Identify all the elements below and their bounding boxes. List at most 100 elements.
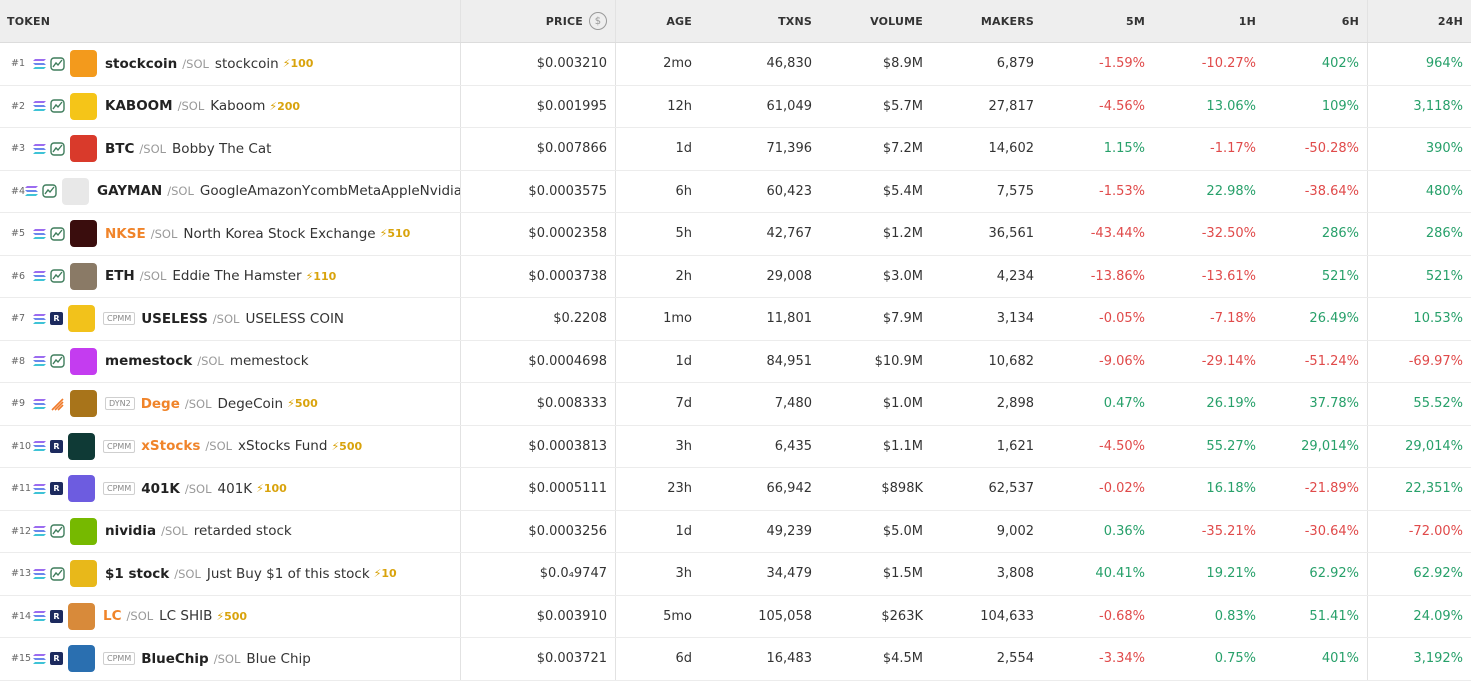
token-cell[interactable]: #12 nividia /SOL retarded stock bbox=[0, 511, 460, 553]
pool-type-badge: CPMM bbox=[103, 439, 136, 453]
quote-pair: /SOL bbox=[174, 566, 201, 581]
token-name: Bobby The Cat bbox=[172, 140, 272, 157]
raydium-dex-icon: R bbox=[50, 652, 63, 666]
header-5m[interactable]: 5M bbox=[1042, 0, 1153, 42]
header-24h[interactable]: 24H bbox=[1367, 0, 1471, 42]
price-cell: $0.003210 bbox=[460, 43, 615, 85]
token-table: TOKEN PRICE $ AGE TXNS VOLUME MAKERS 5M … bbox=[0, 0, 1471, 681]
solana-chain-icon bbox=[33, 100, 47, 112]
currency-toggle-icon[interactable]: $ bbox=[589, 12, 607, 30]
age-cell: 7d bbox=[615, 383, 700, 425]
token-cell[interactable]: #1 stockcoin /SOL stockcoin ⚡100 bbox=[0, 43, 460, 85]
token-avatar bbox=[68, 475, 95, 503]
token-cell[interactable]: #13 $1 stock /SOL Just Buy $1 of this st… bbox=[0, 553, 460, 595]
pool-type-badge: DYN2 bbox=[105, 397, 135, 411]
boost-count: ⚡500 bbox=[331, 439, 363, 453]
token-cell[interactable]: #3 BTC /SOL Bobby The Cat bbox=[0, 128, 460, 170]
volume-cell: $4.5M bbox=[882, 651, 923, 667]
change-24h-cell: 521% bbox=[1367, 255, 1471, 297]
boost-count: ⚡100 bbox=[256, 482, 287, 496]
table-row[interactable]: #1 stockcoin /SOL stockcoin ⚡100 $0.0032… bbox=[0, 43, 1471, 86]
change-24h-cell: 3,192% bbox=[1367, 638, 1471, 680]
table-row[interactable]: #14 R LC /SOL LC SHIB ⚡500 $0.003910 5mo… bbox=[0, 595, 1471, 638]
table-row[interactable]: #6 ETH /SOL Eddie The Hamster ⚡110 $0.00… bbox=[0, 255, 1471, 298]
change-5m-cell: -3.34% bbox=[1099, 651, 1145, 667]
change-1h-cell: 26.19% bbox=[1206, 396, 1256, 412]
change-5m-cell: 0.47% bbox=[1103, 396, 1145, 412]
txns-cell: 29,008 bbox=[766, 268, 813, 284]
table-row[interactable]: #2 KABOOM /SOL Kaboom ⚡200 $0.001995 12h… bbox=[0, 85, 1471, 128]
volume-cell: $1.0M bbox=[882, 396, 923, 412]
token-cell[interactable]: #5 NKSE /SOL North Korea Stock Exchange … bbox=[0, 213, 460, 255]
txns-cell: 49,239 bbox=[766, 523, 813, 539]
token-cell[interactable]: #14 R LC /SOL LC SHIB ⚡500 bbox=[0, 596, 460, 638]
txns-cell: 11,801 bbox=[766, 311, 813, 327]
token-cell[interactable]: #9 DYN2 Dege /SOL DegeCoin ⚡500 bbox=[0, 383, 460, 425]
change-5m-cell: -0.02% bbox=[1099, 481, 1145, 497]
boost-count: ⚡200 bbox=[269, 99, 301, 113]
token-symbol: $1 stock bbox=[105, 565, 170, 582]
token-symbol: stockcoin bbox=[105, 55, 178, 72]
token-symbol: ETH bbox=[105, 268, 135, 285]
token-cell[interactable]: #7 R CPMM USELESS /SOL USELESS COIN bbox=[0, 298, 460, 340]
makers-cell: 104,633 bbox=[980, 608, 1034, 624]
header-volume[interactable]: VOLUME bbox=[820, 0, 931, 42]
txns-cell: 84,951 bbox=[766, 353, 813, 369]
token-cell[interactable]: #8 memestock /SOL memestock bbox=[0, 341, 460, 383]
token-cell[interactable]: #4 GAYMAN /SOL GoogleAmazonYcombMetaAppl… bbox=[0, 171, 460, 213]
table-row[interactable]: #15 R CPMM BlueChip /SOL Blue Chip $0.00… bbox=[0, 638, 1471, 681]
txns-cell: 66,942 bbox=[766, 481, 813, 497]
token-cell[interactable]: #2 KABOOM /SOL Kaboom ⚡200 bbox=[0, 86, 460, 128]
quote-pair: /SOL bbox=[126, 609, 154, 624]
quote-pair: /SOL bbox=[139, 141, 167, 156]
token-name: Eddie The Hamster bbox=[172, 268, 302, 285]
token-name: LC SHIB bbox=[159, 608, 213, 625]
price-cell: $0.2208 bbox=[460, 298, 615, 340]
header-6h[interactable]: 6H bbox=[1264, 0, 1367, 42]
change-6h-cell: 521% bbox=[1321, 268, 1359, 284]
makers-cell: 3,134 bbox=[996, 311, 1034, 327]
header-makers[interactable]: MAKERS bbox=[931, 0, 1042, 42]
makers-cell: 7,575 bbox=[996, 183, 1034, 199]
table-row[interactable]: #4 GAYMAN /SOL GoogleAmazonYcombMetaAppl… bbox=[0, 170, 1471, 213]
header-txns[interactable]: TXNS bbox=[700, 0, 820, 42]
makers-cell: 9,002 bbox=[996, 523, 1034, 539]
makers-cell: 36,561 bbox=[988, 226, 1035, 242]
txns-cell: 71,396 bbox=[766, 141, 813, 157]
header-price[interactable]: PRICE $ bbox=[460, 0, 615, 42]
raydium-dex-icon: R bbox=[50, 609, 63, 623]
quote-pair: /SOL bbox=[167, 184, 194, 199]
solana-chain-icon bbox=[33, 568, 47, 580]
rank-label: #6 bbox=[11, 270, 26, 282]
volume-cell: $1.1M bbox=[882, 438, 923, 454]
token-cell[interactable]: #11 R CPMM 401K /SOL 401K ⚡100 bbox=[0, 468, 460, 510]
header-token[interactable]: TOKEN bbox=[0, 0, 460, 42]
table-row[interactable]: #8 memestock /SOL memestock $0.0004698 1… bbox=[0, 340, 1471, 383]
table-row[interactable]: #11 R CPMM 401K /SOL 401K ⚡100 $0.000511… bbox=[0, 468, 1471, 511]
table-row[interactable]: #13 $1 stock /SOL Just Buy $1 of this st… bbox=[0, 553, 1471, 596]
quote-pair: /SOL bbox=[205, 439, 233, 454]
token-name: USELESS COIN bbox=[245, 310, 345, 327]
token-cell[interactable]: #15 R CPMM BlueChip /SOL Blue Chip bbox=[0, 638, 460, 680]
header-age[interactable]: AGE bbox=[615, 0, 700, 42]
table-row[interactable]: #10 R CPMM xStocks /SOL xStocks Fund ⚡50… bbox=[0, 425, 1471, 468]
token-cell[interactable]: #6 ETH /SOL Eddie The Hamster ⚡110 bbox=[0, 256, 460, 298]
pool-type-badge: CPMM bbox=[103, 482, 136, 496]
token-avatar bbox=[68, 602, 95, 630]
solana-chain-icon bbox=[33, 270, 47, 282]
table-row[interactable]: #7 R CPMM USELESS /SOL USELESS COIN $0.2… bbox=[0, 298, 1471, 341]
header-1h[interactable]: 1H bbox=[1153, 0, 1264, 42]
price-cell: $0.0005111 bbox=[460, 468, 615, 510]
table-row[interactable]: #3 BTC /SOL Bobby The Cat $0.007866 1d 7… bbox=[0, 128, 1471, 171]
table-row[interactable]: #5 NKSE /SOL North Korea Stock Exchange … bbox=[0, 213, 1471, 256]
price-cell: $0.003721 bbox=[460, 638, 615, 680]
change-24h-cell: 62.92% bbox=[1367, 553, 1471, 595]
change-5m-cell: -9.06% bbox=[1099, 353, 1145, 369]
change-24h-cell: 390% bbox=[1367, 128, 1471, 170]
change-24h-cell: 55.52% bbox=[1367, 383, 1471, 425]
age-cell: 3h bbox=[615, 425, 700, 467]
change-1h-cell: -1.17% bbox=[1210, 141, 1256, 157]
table-row[interactable]: #9 DYN2 Dege /SOL DegeCoin ⚡500 $0.00833… bbox=[0, 383, 1471, 426]
table-row[interactable]: #12 nividia /SOL retarded stock $0.00032… bbox=[0, 510, 1471, 553]
token-cell[interactable]: #10 R CPMM xStocks /SOL xStocks Fund ⚡50… bbox=[0, 426, 460, 468]
